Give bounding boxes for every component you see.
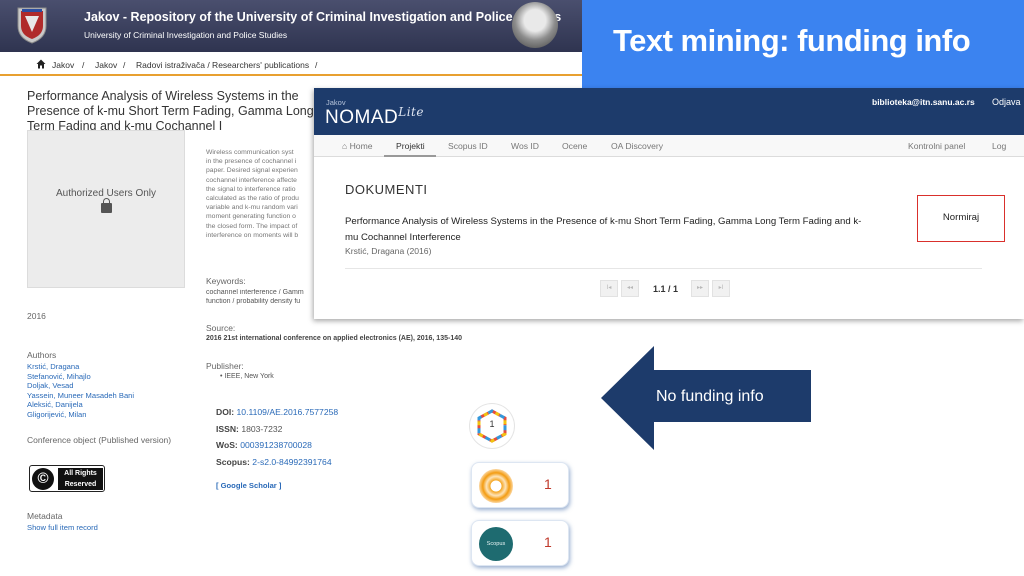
publication-year: 2016 — [27, 311, 46, 321]
breadcrumb-researchers-publications[interactable]: Radovi istraživača / Researchers' public… — [136, 60, 309, 70]
wos-label: WoS: — [216, 440, 238, 450]
callout-text: No funding info — [656, 388, 764, 405]
nomad-logo[interactable]: NOMADLite — [325, 105, 424, 129]
abstract-line: the signal to interference ratio — [206, 185, 296, 193]
pager-last-button[interactable]: ▸I — [712, 280, 730, 297]
keywords-label: Keywords: — [206, 276, 246, 286]
lock-icon — [101, 198, 112, 213]
keywords-line: function / probability density fu — [206, 298, 301, 305]
repository-subtitle: University of Criminal Investigation and… — [84, 30, 288, 40]
scopus-label: Scopus: — [216, 456, 250, 467]
dimensions-badge[interactable]: 1 — [470, 404, 514, 448]
author-link[interactable]: Stefanović, Mihajlo — [27, 372, 134, 382]
abstract-line: cochannel interference affecte — [206, 176, 297, 184]
tab-ocene[interactable]: Ocene — [562, 141, 587, 151]
document-item-title[interactable]: Performance Analysis of Wireless Systems… — [345, 214, 865, 246]
breadcrumb-separator: / — [123, 60, 126, 70]
identifier-list: DOI: 10.1109/AE.2016.7577258 ISSN: 1803-… — [216, 404, 338, 470]
publisher-value: • IEEE, New York — [220, 373, 274, 380]
abstract-line: in the presence of cochannel i — [206, 158, 297, 166]
google-scholar-link[interactable]: [ Google Scholar ] — [216, 481, 281, 490]
source-label: Source: — [206, 323, 236, 333]
web-of-science-icon — [479, 469, 513, 503]
license-text-bottom: Reserved — [58, 479, 103, 490]
copyright-icon — [32, 467, 54, 490]
metadata-label: Metadata — [27, 511, 63, 521]
abstract-line: the closed form. The impact of — [206, 222, 298, 230]
tab-oa-discovery[interactable]: OA Discovery — [611, 141, 663, 151]
document-title: Performance Analysis of Wireless Systems… — [27, 89, 314, 133]
breadcrumb-jakov[interactable]: Jakov — [52, 60, 74, 70]
university-crest-icon — [17, 7, 47, 44]
nomad-brand-suffix: Lite — [398, 105, 424, 119]
pager-next-button[interactable]: ▸▸ — [691, 280, 709, 297]
scopus-citation-count: 1 — [544, 534, 552, 550]
active-tab-indicator — [384, 155, 436, 157]
abstract-line: paper. Desired signal experien — [206, 167, 298, 175]
scopus-logo: Scopus — [479, 527, 513, 561]
slide: Jakov - Repository of the University of … — [0, 0, 1024, 576]
nomad-header: Jakov NOMADLite biblioteka@itn.sanu.ac.r… — [314, 88, 1024, 135]
authors-label: Authors — [27, 350, 57, 360]
pager-first-button[interactable]: I◂ — [600, 280, 618, 297]
pager-prev-button[interactable]: ◂◂ — [621, 280, 639, 297]
abstract-line: moment generating function o — [206, 213, 296, 221]
author-link[interactable]: Aleksić, Danijela — [27, 400, 134, 410]
dimensions-count: 1 — [489, 419, 495, 429]
founder-portrait — [512, 2, 558, 48]
breadcrumb-jakov-collection[interactable]: Jakov — [95, 60, 117, 70]
scopus-citations-card[interactable]: Scopus 1 — [471, 520, 569, 566]
wos-citations-card[interactable]: 1 — [471, 462, 569, 508]
tab-kontrolni-panel[interactable]: Kontrolni panel — [908, 141, 965, 151]
wos-link[interactable]: 000391238700028 — [240, 440, 312, 450]
tab-projekti[interactable]: Projekti — [396, 141, 425, 151]
thumbnail-placeholder: Authorized Users Only — [27, 130, 185, 288]
logout-button[interactable]: Odjava — [992, 97, 1021, 107]
tab-log[interactable]: Log — [992, 141, 1006, 151]
author-link[interactable]: Gligorijević, Milan — [27, 410, 134, 420]
divider — [345, 268, 982, 269]
source-value: 2016 21st international conference on ap… — [206, 335, 462, 342]
breadcrumb: Jakov / Jakov / Radovi istraživača / Res… — [0, 56, 582, 76]
repository-header: Jakov - Repository of the University of … — [0, 0, 582, 52]
scopus-link[interactable]: 2-s2.0-84992391764 — [252, 457, 331, 467]
doi-link[interactable]: 10.1109/AE.2016.7577258 — [237, 407, 339, 417]
user-email[interactable]: biblioteka@itn.sanu.ac.rs — [872, 97, 975, 107]
nomad-window: Jakov NOMADLite biblioteka@itn.sanu.ac.r… — [314, 88, 1024, 319]
tab-wos-id[interactable]: Wos ID — [511, 141, 539, 151]
slide-title-banner: Text mining: funding info — [582, 0, 1024, 88]
tab-home[interactable]: ⌂ Home — [342, 141, 373, 151]
abstract-line: variable and k-mu random vari — [206, 204, 298, 212]
document-type: Conference object (Published version) — [27, 435, 172, 445]
wos-citation-count: 1 — [544, 476, 552, 492]
document-item-meta: Krstić, Dragana (2016) — [345, 246, 432, 256]
show-full-record-link[interactable]: Show full item record — [27, 523, 98, 532]
keywords-line: cochannel interference / Gamm — [206, 289, 304, 296]
normiraj-button[interactable]: Normiraj — [917, 195, 1005, 242]
abstract-line: interference on moments will b — [206, 231, 299, 239]
tab-scopus-id[interactable]: Scopus ID — [448, 141, 488, 151]
author-link[interactable]: Krstić, Dragana — [27, 362, 134, 372]
issn-value: 1803-7232 — [241, 423, 283, 434]
slide-title: Text mining: funding info — [613, 23, 971, 58]
doi-label: DOI: — [216, 407, 235, 417]
license-badge[interactable]: All Rights Reserved — [29, 465, 105, 492]
author-list: Krstić, Dragana Stefanović, Mihajlo Dolj… — [27, 362, 134, 419]
repository-title[interactable]: Jakov - Repository of the University of … — [84, 10, 561, 24]
nomad-brand-name: NOMAD — [325, 107, 399, 128]
pager-status: 1.1 / 1 — [653, 284, 679, 294]
author-link[interactable]: Doljak, Vesad — [27, 381, 134, 391]
home-icon[interactable] — [36, 59, 46, 69]
issn-label: ISSN: — [216, 423, 239, 434]
author-link[interactable]: Yassein, Muneer Masadeh Bani — [27, 391, 134, 401]
publisher-label: Publisher: — [206, 361, 244, 371]
nomad-nav: ⌂ Home Projekti Scopus ID Wos ID Ocene O… — [314, 135, 1024, 157]
license-text-top: All Rights — [58, 468, 103, 479]
abstract-line: calculated as the ratio of produ — [206, 195, 299, 203]
abstract-line: Wireless communication syst — [206, 149, 294, 156]
abstract: Wireless communication syst in the prese… — [206, 148, 314, 240]
section-title: DOKUMENTI — [345, 182, 428, 197]
breadcrumb-separator: / — [315, 60, 318, 70]
breadcrumb-separator: / — [82, 60, 85, 70]
